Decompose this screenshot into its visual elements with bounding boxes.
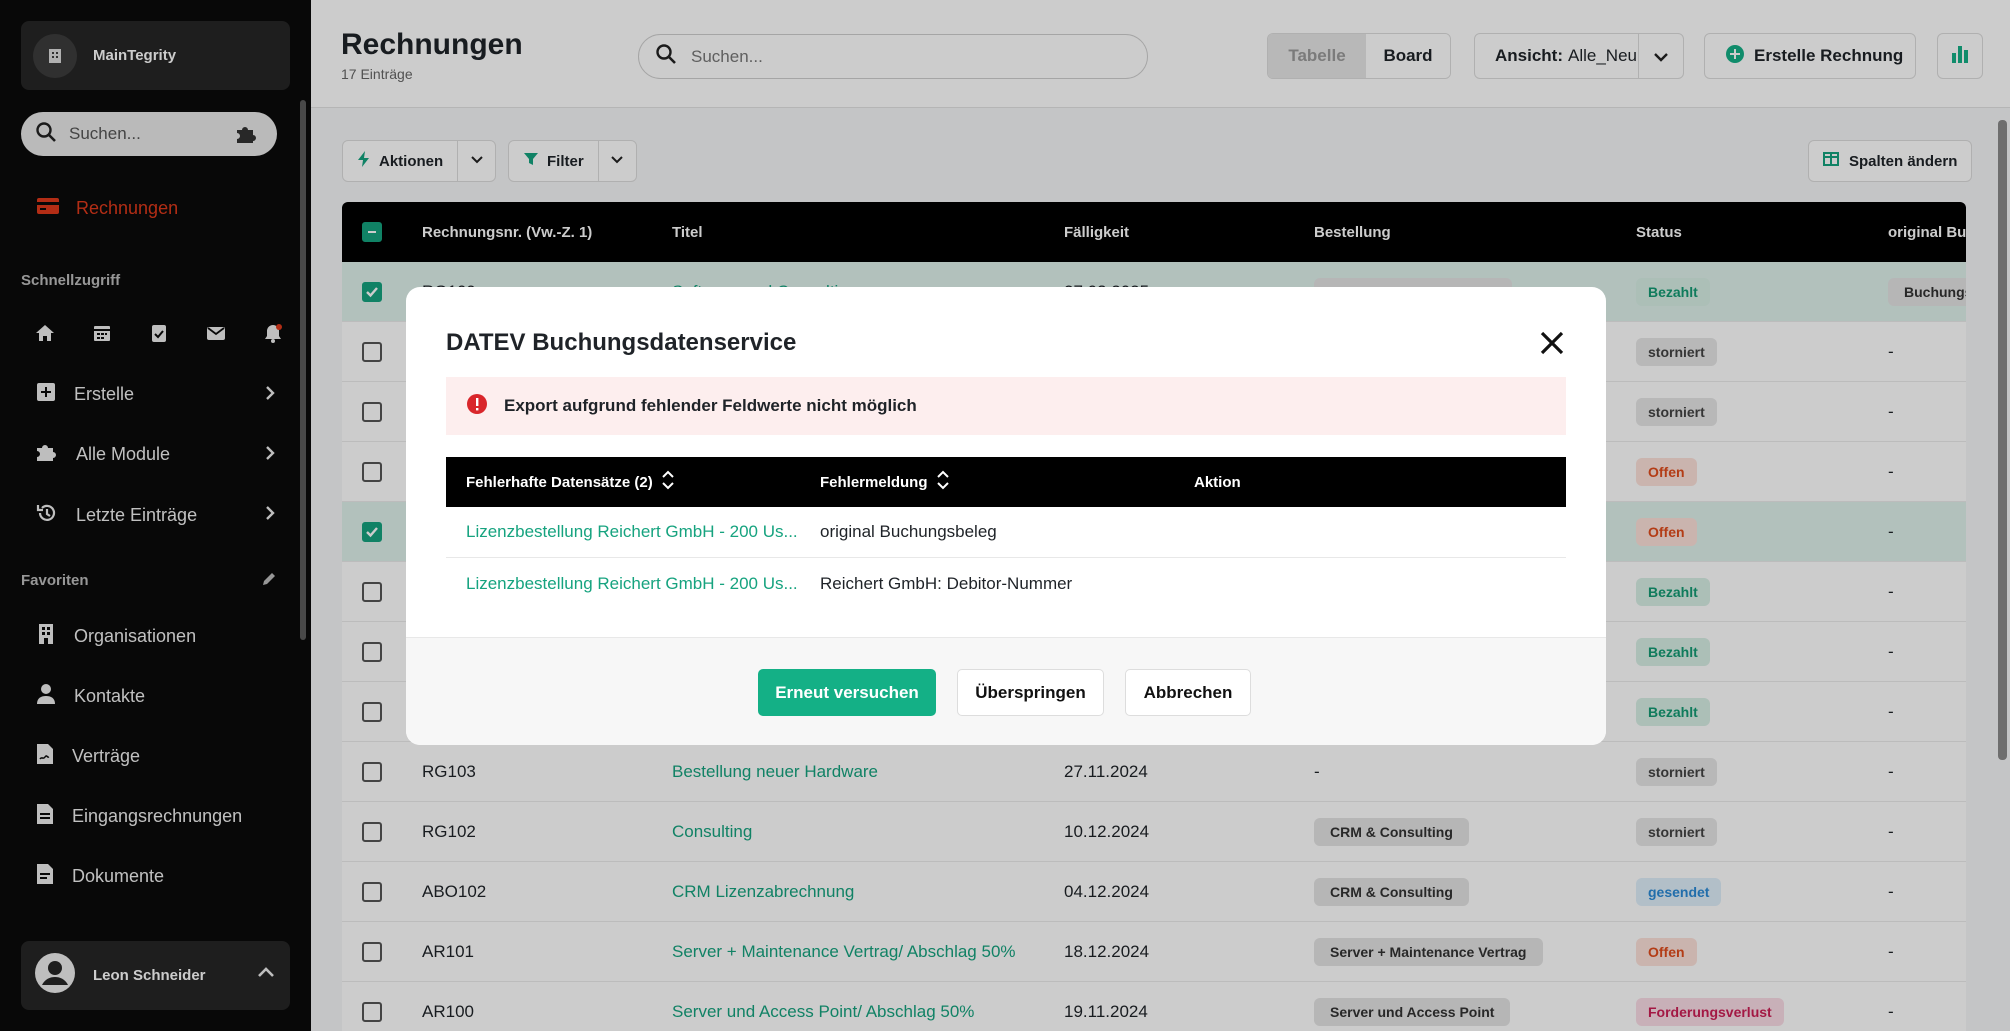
record-link[interactable]: Lizenzbestellung Reichert GmbH - 200 Us.…: [446, 522, 820, 542]
retry-button[interactable]: Erneut versuchen: [758, 669, 936, 716]
dialog-title: DATEV Buchungsdatenservice: [446, 329, 797, 356]
error-text: original Buchungsbeleg: [820, 522, 997, 541]
error-alert: Export aufgrund fehlender Feldwerte nich…: [446, 377, 1566, 435]
cancel-button[interactable]: Abbrechen: [1125, 669, 1251, 716]
skip-button[interactable]: Überspringen: [957, 669, 1104, 716]
column-header[interactable]: Fehlerhafte Datensätze (2): [446, 469, 820, 495]
sort-icon: [936, 469, 950, 495]
error-text: Reichert GmbH: Debitor-Nummer: [820, 573, 1073, 593]
record-link[interactable]: Lizenzbestellung Reichert GmbH - 200 Us.…: [446, 574, 820, 594]
error-icon: [466, 393, 488, 420]
column-header: Aktion: [1194, 473, 1241, 491]
error-table: Fehlerhafte Datensätze (2) Fehlermeldung…: [446, 457, 1566, 609]
error-table-header: Fehlerhafte Datensätze (2) Fehlermeldung…: [446, 457, 1566, 507]
close-icon[interactable]: [1536, 327, 1568, 359]
error-row: Lizenzbestellung Reichert GmbH - 200 Us.…: [446, 558, 1566, 609]
column-header[interactable]: Fehlermeldung: [820, 469, 1194, 495]
error-row: Lizenzbestellung Reichert GmbH - 200 Us.…: [446, 507, 1566, 558]
dialog-footer: Erneut versuchen Überspringen Abbrechen: [406, 637, 1606, 745]
column-label: Fehlermeldung: [820, 473, 928, 491]
datev-dialog: DATEV Buchungsdatenservice Export aufgru…: [406, 287, 1606, 745]
column-label: Fehlerhafte Datensätze (2): [466, 473, 653, 491]
sort-icon: [661, 469, 675, 495]
error-message: Export aufgrund fehlender Feldwerte nich…: [504, 396, 917, 415]
